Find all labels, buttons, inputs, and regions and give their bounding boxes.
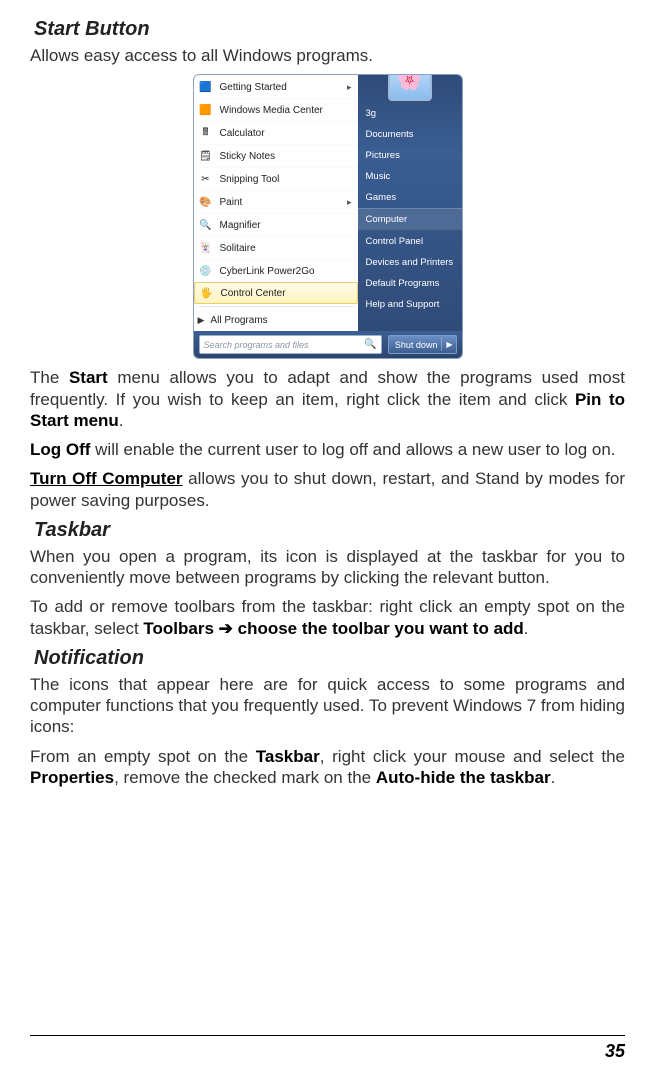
start-menu-separator <box>198 306 354 307</box>
all-programs-arrow-icon: ▶ <box>198 315 205 326</box>
start-button-p3: Turn Off Computer allows you to shut dow… <box>30 468 625 511</box>
taskbar-p2: To add or remove toolbars from the taskb… <box>30 596 625 639</box>
program-icon: 🖩 <box>198 125 214 141</box>
all-programs-label: All Programs <box>210 315 267 326</box>
program-label: Sticky Notes <box>220 151 276 162</box>
start-menu-right-item[interactable]: Computer <box>358 208 462 231</box>
heading-notification: Notification <box>34 647 625 670</box>
page-number: 35 <box>605 1041 625 1062</box>
page: Start Button Allows easy access to all W… <box>0 0 655 1074</box>
start-menu-right-item[interactable]: Pictures <box>358 145 462 166</box>
notification-p2: From an empty spot on the Taskbar, right… <box>30 746 625 789</box>
taskbar-p1: When you open a program, its icon is dis… <box>30 546 625 589</box>
start-button-intro: Allows easy access to all Windows progra… <box>30 45 625 66</box>
shutdown-options-arrow-icon[interactable]: ▶ <box>446 340 452 349</box>
program-label: Snipping Tool <box>220 174 280 185</box>
program-icon: 🔍 <box>198 217 214 233</box>
heading-taskbar: Taskbar <box>34 519 625 542</box>
start-menu-right-item[interactable]: Help and Support <box>358 294 462 315</box>
submenu-arrow-icon: ▸ <box>347 197 352 208</box>
start-menu-right-item[interactable]: Control Panel <box>358 231 462 252</box>
program-label: Control Center <box>221 288 286 299</box>
start-button-p2: Log Off will enable the current user to … <box>30 439 625 460</box>
search-input[interactable]: Search programs and files 🔍 <box>199 335 382 354</box>
search-placeholder: Search programs and files <box>204 340 361 350</box>
start-menu-program-row[interactable]: 🟦 Getting Started ▸ <box>194 75 358 98</box>
start-menu-program-row[interactable]: ✂ Snipping Tool <box>194 167 358 190</box>
shutdown-label: Shut down <box>395 340 438 350</box>
program-label: Getting Started <box>220 82 287 93</box>
start-menu-program-row[interactable]: 🎨 Paint ▸ <box>194 190 358 213</box>
start-menu-left-pane: 🟦 Getting Started ▸ 🟧 Windows Media Center 🖩 C… <box>194 75 358 331</box>
start-menu-right-pane: 🌸 3gDocumentsPicturesMusicGamesComputerC… <box>358 75 462 331</box>
start-menu-footer: Search programs and files 🔍 Shut down ▶ <box>194 331 462 358</box>
program-icon: ✂ <box>198 171 214 187</box>
start-menu-right-item[interactable]: Default Programs <box>358 273 462 294</box>
heading-start-button: Start Button <box>34 18 625 41</box>
shutdown-separator <box>441 338 442 351</box>
notification-p1: The icons that appear here are for quick… <box>30 674 625 738</box>
program-icon: 🖐 <box>199 285 215 301</box>
program-label: Calculator <box>220 128 265 139</box>
start-menu-program-row[interactable]: 🗒 Sticky Notes <box>194 144 358 167</box>
start-menu-program-row[interactable]: 🔍 Magnifier <box>194 213 358 236</box>
program-icon: 🎨 <box>198 194 214 210</box>
shutdown-button[interactable]: Shut down ▶ <box>388 335 457 354</box>
program-icon: 🟧 <box>198 102 214 118</box>
program-label: CyberLink Power2Go <box>220 266 315 277</box>
start-menu-program-row[interactable]: 🖩 Calculator <box>194 121 358 144</box>
submenu-arrow-icon: ▸ <box>347 82 352 93</box>
program-icon: 🟦 <box>198 79 214 95</box>
program-label: Magnifier <box>220 220 261 231</box>
program-label: Paint <box>220 197 243 208</box>
program-icon: 💿 <box>198 263 214 279</box>
user-avatar-icon[interactable]: 🌸 <box>388 74 432 101</box>
start-menu-right-item[interactable]: 3g <box>358 103 462 124</box>
program-icon: 🗒 <box>198 148 214 164</box>
search-icon: 🔍 <box>364 339 376 350</box>
start-menu-figure: 🟦 Getting Started ▸ 🟧 Windows Media Center 🖩 C… <box>193 74 463 359</box>
program-label: Windows Media Center <box>220 105 323 116</box>
start-menu-program-row[interactable]: 🖐 Control Center <box>194 282 358 304</box>
start-button-p1: The Start menu allows you to adapt and s… <box>30 367 625 431</box>
start-menu-right-item[interactable]: Music <box>358 166 462 187</box>
start-menu-right-item[interactable]: Documents <box>358 124 462 145</box>
start-menu-right-item[interactable]: Games <box>358 187 462 208</box>
start-menu-program-row[interactable]: 🃏 Solitaire <box>194 236 358 259</box>
footer-rule <box>30 1035 625 1036</box>
all-programs-row[interactable]: ▶ All Programs <box>194 309 358 331</box>
start-menu-program-row[interactable]: 💿 CyberLink Power2Go <box>194 259 358 282</box>
program-icon: 🃏 <box>198 240 214 256</box>
program-label: Solitaire <box>220 243 256 254</box>
start-menu-program-row[interactable]: 🟧 Windows Media Center <box>194 98 358 121</box>
start-menu-right-item[interactable]: Devices and Printers <box>358 252 462 273</box>
